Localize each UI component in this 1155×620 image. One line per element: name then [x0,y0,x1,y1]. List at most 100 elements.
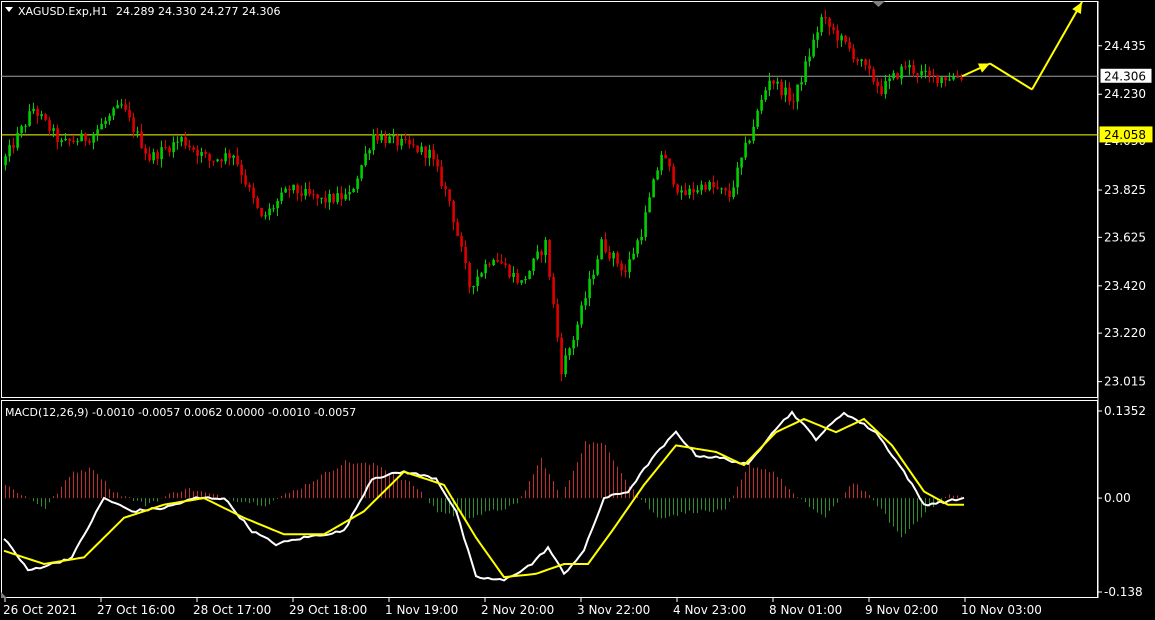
candle [660,151,663,176]
time-tick-label: 4 Nov 23:00 [673,603,746,617]
chart-window: 24.435 24.230 23.825 23.625 23.420 23.220 23.0… [0,0,1155,620]
candle [276,198,279,216]
candle [476,269,479,292]
triangle-down-icon[interactable] [5,7,13,12]
candle [188,139,191,151]
candle [500,254,503,264]
candle [804,55,807,86]
price-tick-label: 23.220 [1104,326,1146,340]
candle [216,158,219,163]
candle [208,152,211,169]
candle [152,148,155,164]
candle [956,70,959,78]
candle [896,72,899,80]
candle [516,269,519,285]
candle [336,186,339,205]
macd-lines [3,410,965,582]
candle [740,157,743,175]
candle [288,185,291,198]
candle [652,178,655,198]
candle [600,236,603,260]
candle [880,78,883,97]
candle [792,93,795,110]
candle [460,232,463,252]
time-tick-label: 26 Oct 2021 [3,603,77,617]
time-tick-label: 1 Nov 19:00 [385,603,458,617]
candle [820,13,823,36]
candle [248,182,251,192]
macd-signal-line [3,417,964,579]
candle [712,175,715,195]
candle [772,79,775,90]
price-tick-label: 24.230 [1104,87,1146,101]
candle [948,72,951,82]
candle [444,181,447,197]
candle [36,105,39,124]
candle [800,76,803,91]
time-tick-label: 9 Nov 02:00 [865,603,938,617]
candle [308,181,311,197]
candle [280,187,283,205]
candle [916,72,919,84]
macd-tick-label: -0.138 [1104,585,1143,599]
candle [592,269,595,285]
candle [112,106,115,120]
candle [704,181,707,193]
candle [568,347,571,360]
candle [304,182,307,200]
candle [68,138,71,147]
candle [232,154,235,166]
triangle-marker-icon[interactable] [872,1,885,7]
candle [360,164,363,182]
time-tick-label: 29 Oct 18:00 [289,603,367,617]
candle [900,63,903,85]
candle [8,139,11,162]
candle [624,264,627,278]
candle [860,58,863,67]
candle [680,185,683,200]
candle [932,68,935,83]
candle [688,185,691,199]
candle [332,192,335,205]
candle [372,129,375,155]
candle [292,184,295,194]
candle [200,147,203,163]
candle [376,127,379,144]
candle [836,24,839,48]
candle [868,58,871,76]
candle [928,66,931,83]
candle [808,48,811,67]
candle [256,195,259,210]
macd-main-line [3,410,965,582]
candle [676,183,679,196]
price-axis: 24.435 24.230 23.825 23.625 23.420 23.220 23.0… [1098,39,1153,389]
candle [776,77,779,90]
macd-axis: 0.1352 0.00 -0.138 [1098,404,1146,599]
current-price-tag-label: 24.306 [1104,69,1146,83]
candlestick-series [4,9,963,382]
candle [544,236,547,264]
candle [432,143,435,167]
candle [92,132,95,150]
candle [828,16,831,36]
candle [124,98,127,113]
price-panel-frame [1,1,1098,398]
candle [556,298,559,343]
candle [96,124,99,141]
candle [884,74,887,99]
symbol-label: XAGUSD.Exp,H1 [18,5,108,18]
candle [344,188,347,202]
candle [136,126,139,138]
candle [328,189,331,210]
candle [260,207,263,218]
candle [44,112,47,122]
candle [440,160,443,190]
candle [128,101,131,122]
candle [160,140,163,168]
candle [164,140,167,151]
candle [268,203,271,221]
trading-chart-canvas[interactable]: 24.435 24.230 23.825 23.625 23.420 23.220 23.0… [0,0,1155,620]
candle [240,159,243,184]
candle [588,270,591,307]
candle [584,291,587,310]
